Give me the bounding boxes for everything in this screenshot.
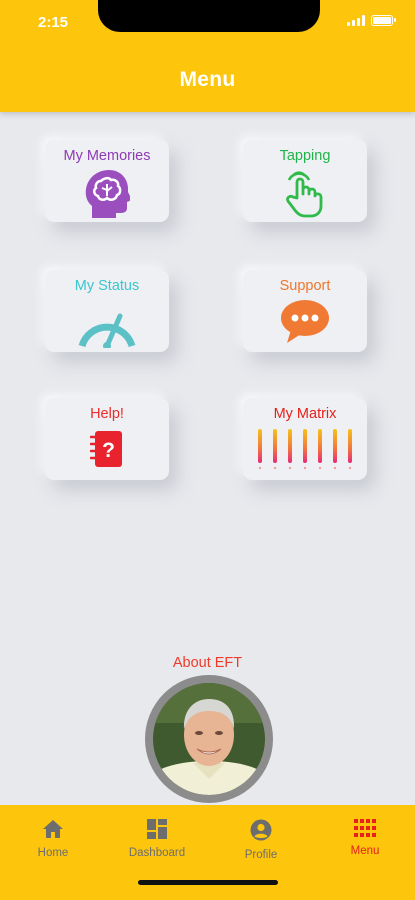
nav-profile-label: Profile [244, 849, 278, 861]
status-icons [347, 15, 396, 26]
my-memories-tile[interactable]: My Memories [45, 140, 169, 222]
svg-text:?: ? [102, 439, 115, 462]
bottom-nav: Home Dashboard Profile Menu [0, 805, 415, 900]
about-eft-avatar[interactable] [145, 675, 273, 803]
page-title: Menu [179, 68, 236, 91]
support-tile[interactable]: Support [243, 270, 367, 352]
nav-dashboard[interactable]: Dashboard [112, 819, 202, 859]
top-app-bar: 2:15 Menu [0, 0, 415, 112]
nav-menu-label: Menu [350, 845, 380, 857]
dashboard-icon [147, 819, 167, 839]
matrix-bars-icon [243, 426, 367, 472]
help-tile[interactable]: Help! ? [45, 398, 169, 480]
help-label: Help! [90, 406, 124, 422]
nav-profile[interactable]: Profile [216, 819, 306, 861]
my-status-label: My Status [74, 278, 140, 294]
status-time: 2:15 [38, 14, 69, 31]
presenter-photo [153, 683, 265, 795]
tapping-tile[interactable]: Tapping [243, 140, 367, 222]
grid-menu-icon [354, 819, 376, 837]
nav-menu[interactable]: Menu [320, 819, 410, 857]
about-eft-label[interactable]: About EFT [0, 655, 415, 671]
profile-icon [250, 819, 272, 841]
nav-home-label: Home [37, 847, 69, 859]
nav-home[interactable]: Home [8, 819, 98, 859]
head-brain-icon [45, 168, 169, 220]
tap-hand-icon [243, 168, 367, 218]
my-matrix-label: My Matrix [273, 406, 337, 422]
chat-bubble-icon [243, 298, 367, 344]
gauge-icon [45, 302, 169, 348]
support-label: Support [279, 278, 331, 294]
battery-icon [371, 15, 396, 26]
my-status-tile[interactable]: My Status [45, 270, 169, 352]
tapping-label: Tapping [279, 148, 331, 164]
my-matrix-tile[interactable]: My Matrix [243, 398, 367, 480]
home-indicator [138, 880, 278, 885]
device-notch [98, 0, 320, 32]
home-icon [43, 820, 63, 838]
my-memories-label: My Memories [63, 148, 151, 164]
signal-icon [347, 15, 365, 26]
help-notebook-icon: ? [45, 430, 169, 468]
nav-dashboard-label: Dashboard [128, 847, 186, 859]
